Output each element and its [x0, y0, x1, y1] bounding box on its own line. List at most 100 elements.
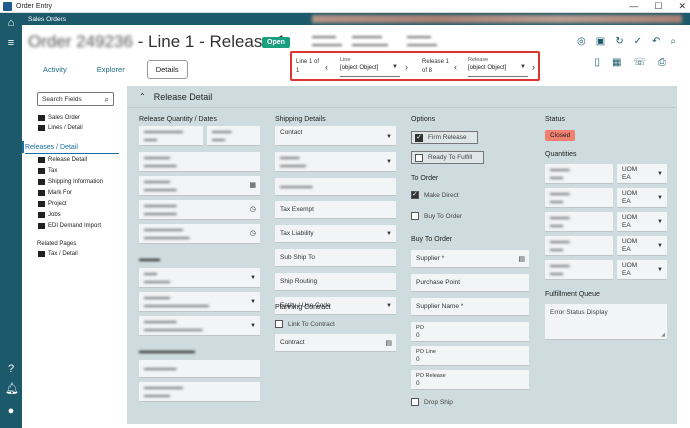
sidebar-item-sales-order[interactable]: Sales Order: [38, 115, 80, 121]
document-icon[interactable]: ▤: [518, 255, 525, 263]
po-release-field[interactable]: PO Release 0: [411, 370, 529, 390]
line-select[interactable]: Line [object Object] ▼: [340, 57, 400, 77]
user-icon[interactable]: ●: [5, 405, 17, 417]
page-header: Order 249236 - Line 1 - Release 1 Open ▬…: [22, 25, 690, 83]
print-icon[interactable]: ⎙: [658, 57, 666, 68]
checkbox-box[interactable]: [275, 320, 283, 328]
redacted-field[interactable]: ▬▬▬▬▬: [545, 188, 613, 208]
po-line-field[interactable]: PO Line 0: [411, 346, 529, 366]
redacted-field[interactable]: ▬▬▬▬▬: [545, 164, 613, 184]
sidebar-item-shipping-information[interactable]: Shipping Information: [38, 179, 103, 185]
sidebar-item-release-detail[interactable]: Release Detail: [38, 157, 87, 163]
sidebar-item-tax-detail[interactable]: Tax / Detail: [38, 251, 78, 257]
redacted-field[interactable]: ▬▬▬▬▬▬ ▬▬▬▬: [139, 382, 260, 402]
search-input[interactable]: Search Fields ⌕: [37, 92, 114, 106]
help-icon[interactable]: ?: [5, 363, 17, 375]
purchase-point-field[interactable]: Purchase Point: [411, 274, 529, 292]
contact-field[interactable]: Contact ▼: [275, 126, 396, 146]
maximize-button[interactable]: ☐: [654, 1, 662, 12]
line-of-count: 1: [296, 68, 300, 74]
sidebar-item-lines-detail[interactable]: Lines / Detail: [38, 125, 83, 131]
ship-routing-field[interactable]: Ship Routing: [275, 273, 396, 291]
redacted-field[interactable]: ▬▬▬▬▬: [545, 260, 613, 280]
checkbox-box[interactable]: [411, 190, 419, 199]
menu-icon[interactable]: ≡: [5, 37, 17, 49]
chevron-left-icon[interactable]: ‹: [454, 62, 457, 72]
redacted-field[interactable]: ▬▬▬▬▬: [207, 126, 260, 146]
sub-ship-to-field[interactable]: Sub Ship To: [275, 249, 396, 267]
sidebar-item-mark-for[interactable]: Mark For: [38, 190, 72, 196]
redacted-field[interactable]: ▬▬▬▬ ▬▬▬▬▬ ▦: [139, 176, 260, 196]
redacted-field[interactable]: ▬▬▬▬▬▬ ▬▬: [139, 126, 203, 146]
calendar-icon[interactable]: ▦: [249, 182, 256, 190]
tax-liability-field[interactable]: Tax Liability ▼: [275, 225, 396, 243]
redacted-field[interactable]: ▬▬▬▬ ▬▬▬▬▬: [139, 152, 260, 172]
uom-select[interactable]: UOM EA ▼: [617, 212, 667, 232]
document-icon[interactable]: ▤: [385, 339, 392, 347]
release-select[interactable]: Release [object Object] ▼: [468, 57, 528, 77]
redacted-field[interactable]: ▬▬▬▬▬: [139, 360, 260, 378]
buy-to-order-checkbox[interactable]: Buy To Order: [411, 212, 462, 220]
uom-select[interactable]: UOM EA ▼: [617, 260, 667, 280]
undo-icon[interactable]: ↶: [652, 36, 660, 47]
ready-to-fulfill-checkbox[interactable]: Ready To Fulfill: [411, 151, 484, 164]
line-of-prefix: Line 1 of: [296, 59, 320, 65]
po-field[interactable]: PO 0: [411, 322, 529, 342]
tax-exempt-field[interactable]: Tax Exempt: [275, 201, 396, 219]
sidebar-item-edi-demand-import[interactable]: EDI Demand Import: [38, 223, 101, 229]
resize-handle-icon[interactable]: ◢: [661, 332, 665, 338]
redacted-field[interactable]: ▬▬▬▬▬ ▬▬▬▬▬ ◷: [139, 200, 260, 220]
sidebar-item-project[interactable]: Project: [38, 201, 67, 207]
grid-icon[interactable]: ▦: [612, 57, 621, 68]
error-status-display[interactable]: Error Status Display ◢: [545, 304, 667, 340]
uom-select[interactable]: UOM EA ▼: [617, 188, 667, 208]
tab-explorer[interactable]: Explorer: [89, 61, 133, 78]
supplier-field[interactable]: Supplier * ▤: [411, 250, 529, 268]
contract-field[interactable]: Contract ▤: [275, 334, 396, 352]
redacted-field[interactable]: ▬▬▬▬▬: [545, 236, 613, 256]
clock-icon[interactable]: ◷: [250, 206, 256, 214]
save-icon[interactable]: ▣: [596, 36, 605, 47]
redacted-field[interactable]: ▬▬▬▬▬▬ ▬▬▬▬▬▬▬ ◷: [139, 224, 260, 244]
redacted-field[interactable]: ▬▬▬▬▬▬▬▬▬▬▬▬▬▬▼: [139, 292, 260, 312]
quantities-title: Quantities: [545, 151, 577, 158]
uom-select[interactable]: UOM EA ▼: [617, 164, 667, 184]
redacted-field[interactable]: ▬▬▬▬▬▬▬▬▬▬▬▬▬▬▼: [139, 316, 260, 336]
checkbox-box[interactable]: [411, 398, 419, 406]
breadcrumb[interactable]: Sales Orders: [28, 16, 66, 23]
sidebar-item-tax[interactable]: Tax: [38, 168, 57, 174]
document-icon[interactable]: ▯: [595, 57, 601, 68]
make-direct-checkbox[interactable]: Make Direct: [411, 190, 459, 199]
chevron-left-icon[interactable]: ‹: [325, 62, 328, 72]
chevron-right-icon[interactable]: ›: [405, 62, 408, 72]
redacted-field[interactable]: ▬▬▬▬▬: [275, 178, 396, 196]
link-to-contract-checkbox[interactable]: Link To Contract: [275, 320, 335, 328]
chevron-up-icon[interactable]: ⌃: [139, 92, 146, 101]
firm-release-checkbox[interactable]: ✓ Firm Release: [411, 131, 478, 144]
redacted-field[interactable]: ▬▬▬▬▬: [545, 212, 613, 232]
shipping-details-title: Shipping Details: [275, 116, 326, 123]
target-icon[interactable]: ◎: [577, 36, 586, 47]
search-icon[interactable]: ⌕: [105, 95, 109, 105]
search-icon[interactable]: ⌕: [670, 36, 676, 47]
drop-ship-checkbox[interactable]: Drop Ship: [411, 398, 453, 406]
phone-icon[interactable]: ☏: [633, 57, 646, 68]
notifications-icon[interactable]: 🔔︎: [5, 383, 19, 395]
supplier-name-field[interactable]: Supplier Name *: [411, 298, 529, 316]
minimize-button[interactable]: —: [629, 1, 638, 12]
redacted-field[interactable]: ▬▬▬ ▬▬▬▬ ▼: [275, 152, 396, 172]
redacted-field[interactable]: ▬▬ ▬▬▬▬ ▼: [139, 268, 260, 288]
refresh-icon[interactable]: ↻: [615, 36, 623, 47]
tab-activity[interactable]: Activity: [35, 61, 75, 78]
tab-details[interactable]: Details: [146, 60, 188, 79]
panel-header[interactable]: ⌃ Release Detail: [127, 86, 677, 108]
uom-select[interactable]: UOM EA ▼: [617, 236, 667, 256]
checkbox-box[interactable]: [411, 212, 419, 220]
pin-icon[interactable]: ✓: [634, 36, 642, 47]
home-icon[interactable]: ⌂: [5, 17, 17, 29]
chevron-right-icon[interactable]: ›: [532, 62, 535, 72]
clock-icon[interactable]: ◷: [250, 230, 256, 238]
close-button[interactable]: ✕: [678, 1, 686, 12]
sidebar-item-jobs[interactable]: Jobs: [38, 212, 61, 218]
sidebar-section-releases[interactable]: Releases / Detail: [25, 144, 78, 151]
